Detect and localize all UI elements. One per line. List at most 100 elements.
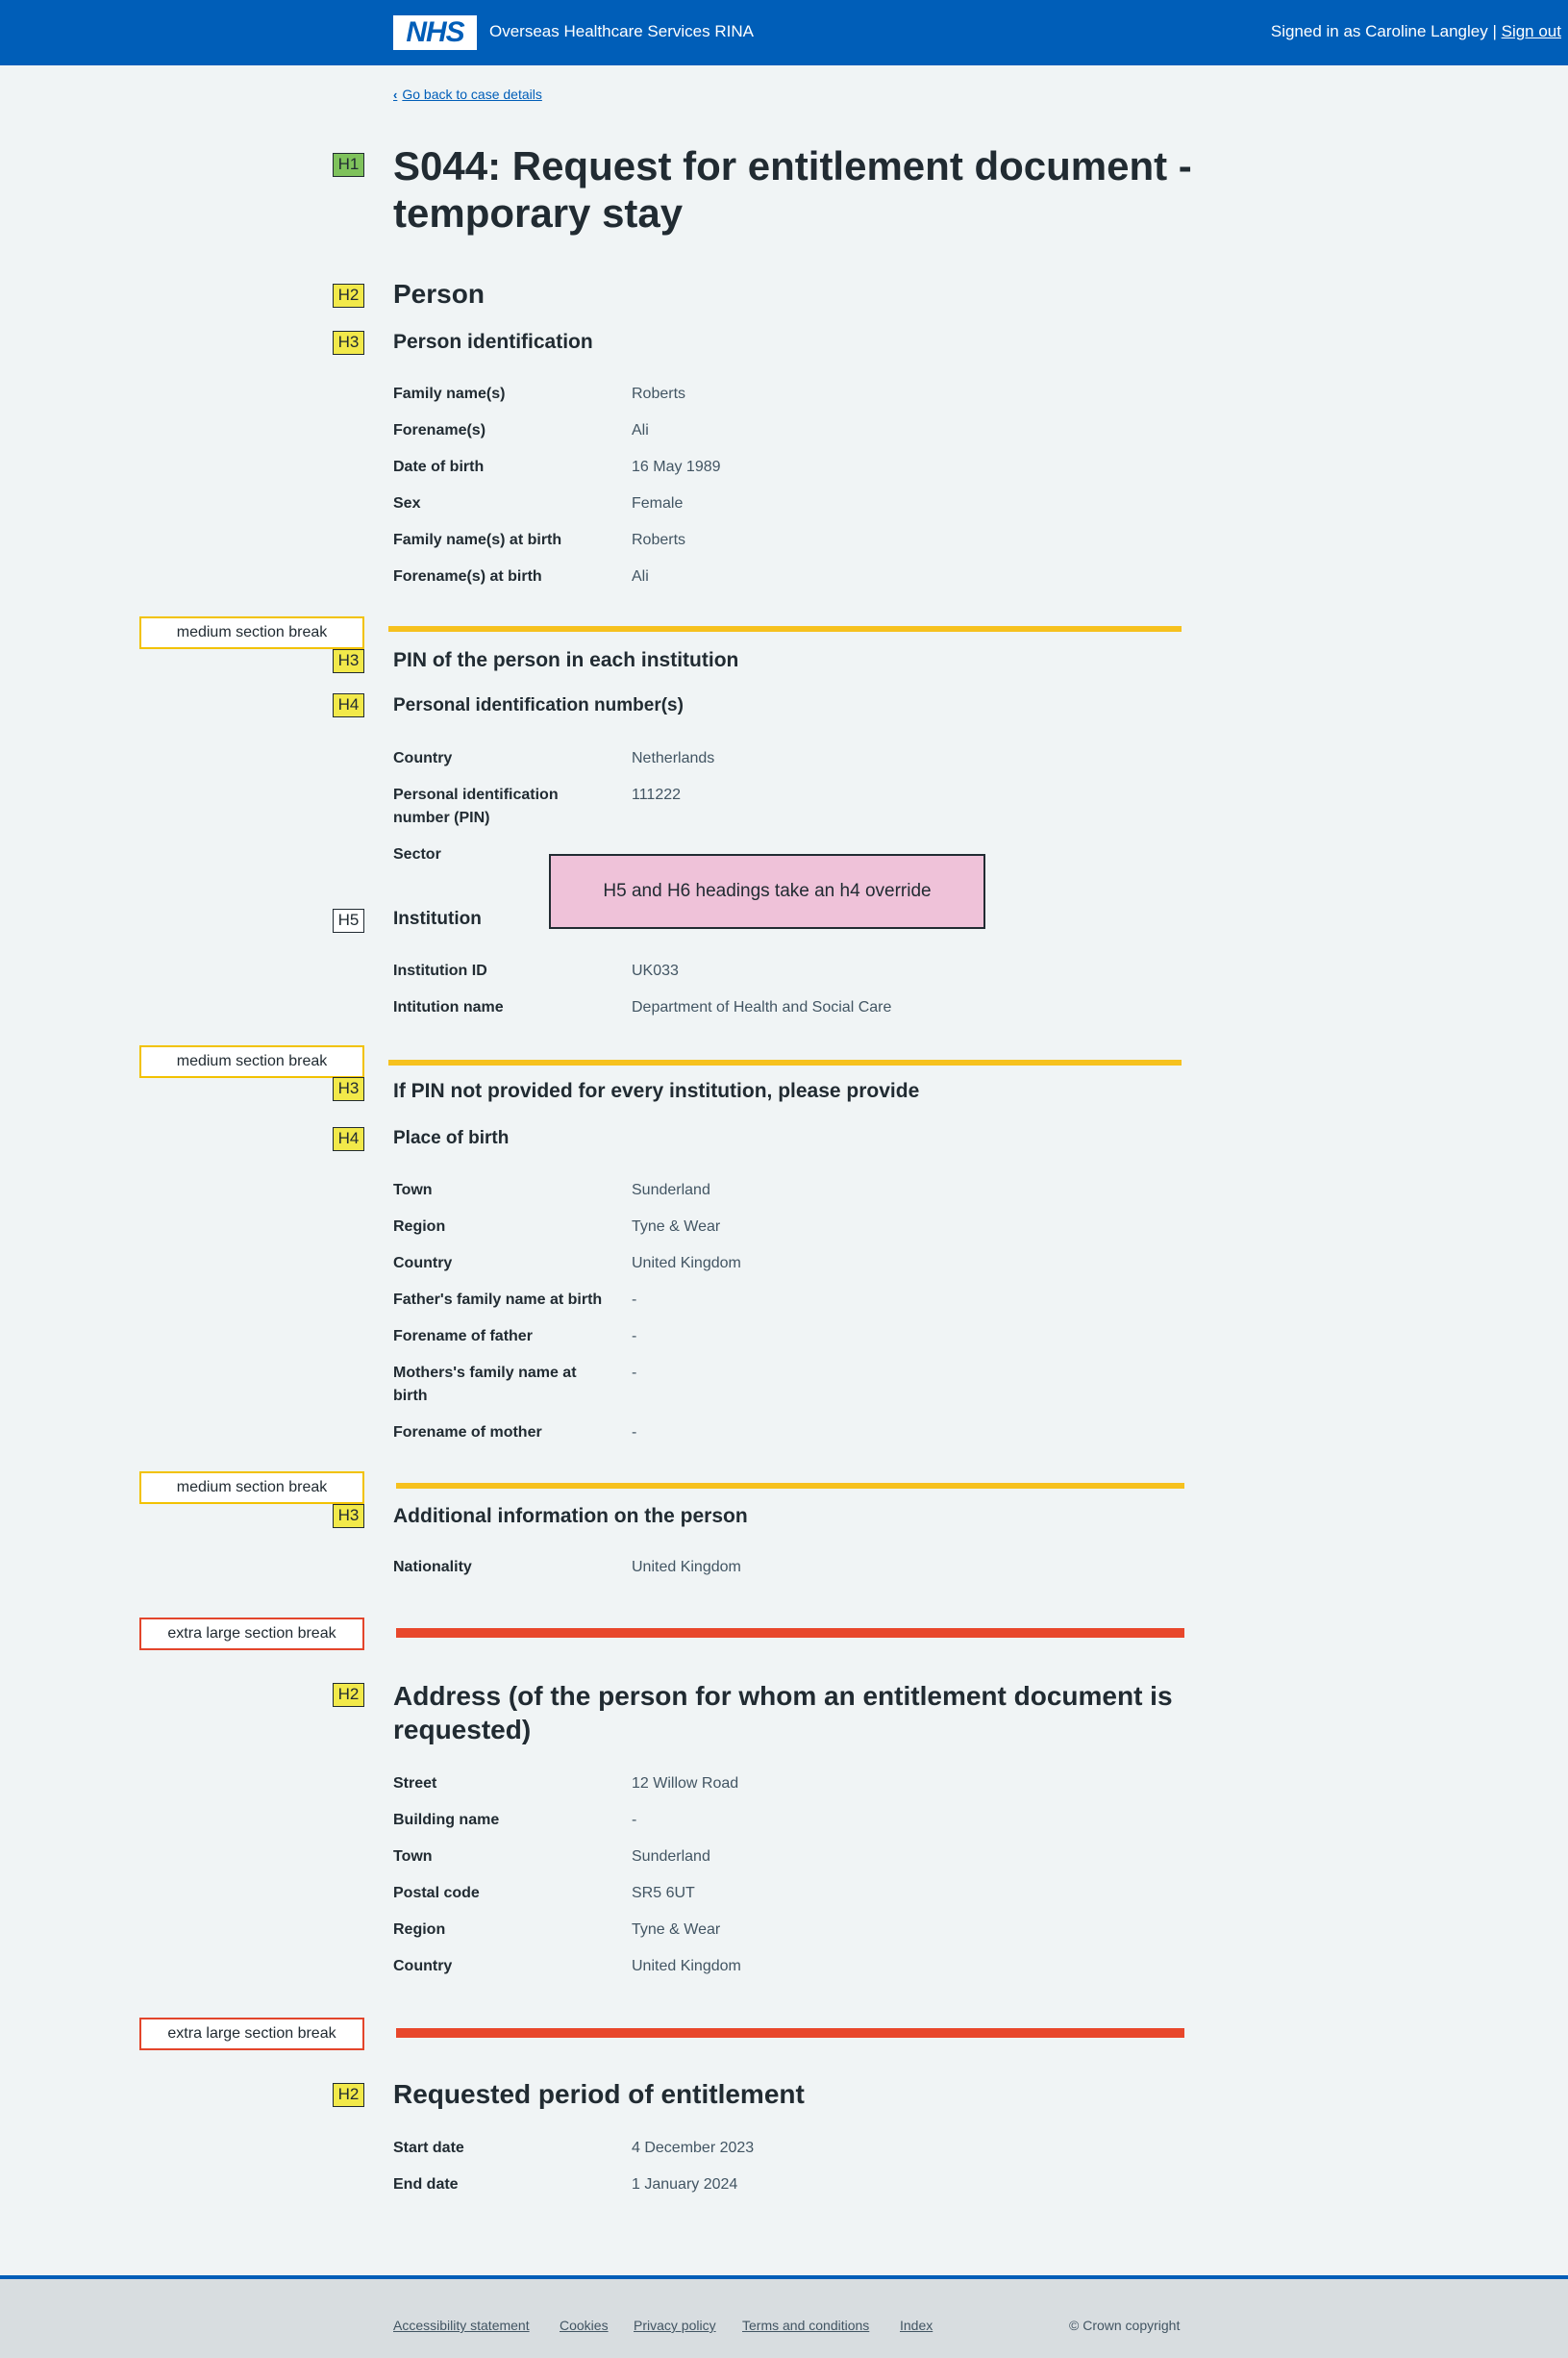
- pin-heading: PIN of the person in each institution: [393, 649, 739, 671]
- h2-tag: H2: [333, 1683, 364, 1707]
- row-key: Street: [393, 1775, 437, 1792]
- footer-link-privacy[interactable]: Privacy policy: [634, 2316, 716, 2335]
- row-key: Institution ID: [393, 963, 487, 979]
- row-key: Family name(s) at birth: [393, 532, 562, 548]
- copyright: © Crown copyright: [1069, 2318, 1181, 2333]
- row-value: -: [632, 1328, 637, 1344]
- row-key: Country: [393, 1255, 453, 1271]
- nhs-logo[interactable]: NHS: [393, 15, 477, 50]
- row-value: UK033: [632, 963, 679, 979]
- pin-subheading: Personal identification number(s): [393, 695, 684, 715]
- row-value: Sunderland: [632, 1182, 710, 1198]
- sign-out-link[interactable]: Sign out: [1502, 22, 1561, 40]
- row-key: Sex: [393, 495, 421, 512]
- footer-link-accessibility[interactable]: Accessibility statement: [393, 2316, 530, 2335]
- row-value: United Kingdom: [632, 1958, 741, 1974]
- row-value: Netherlands: [632, 750, 715, 766]
- row-value: Tyne & Wear: [632, 1218, 721, 1235]
- medium-break-label: medium section break: [139, 616, 364, 649]
- row-value: 1 January 2024: [632, 2176, 738, 2193]
- row-value: Roberts: [632, 386, 686, 402]
- medium-section-break: [388, 1060, 1182, 1066]
- row-key: Postal code: [393, 1885, 480, 1901]
- additional-info-heading: Additional information on the person: [393, 1505, 748, 1527]
- row-key: Mothers's family name at birth: [393, 1365, 577, 1404]
- extra-large-section-break: [396, 1628, 1184, 1638]
- row-value: Female: [632, 495, 684, 512]
- row-key: Date of birth: [393, 459, 485, 475]
- row-key: Personal identification number (PIN): [393, 787, 559, 826]
- row-value: -: [632, 1365, 637, 1381]
- row-value: Roberts: [632, 532, 686, 548]
- h3-tag: H3: [333, 1077, 364, 1101]
- pin-missing-heading: If PIN not provided for every institutio…: [393, 1080, 920, 1102]
- row-key: Country: [393, 1958, 453, 1974]
- row-key: Start date: [393, 2140, 464, 2156]
- row-value: 16 May 1989: [632, 459, 721, 475]
- override-note: H5 and H6 headings take an h4 override: [549, 854, 985, 929]
- h3-tag: H3: [333, 649, 364, 673]
- row-key: Region: [393, 1921, 446, 1938]
- h1-tag: H1: [333, 153, 364, 177]
- person-heading: Person: [393, 279, 485, 309]
- site-footer: Accessibility statement Cookies Privacy …: [0, 2275, 1568, 2358]
- row-key: Forename of father: [393, 1328, 533, 1344]
- page-title: S044: Request for entitlement document -…: [393, 143, 1192, 236]
- row-value: Department of Health and Social Care: [632, 999, 892, 1016]
- row-value: Tyne & Wear: [632, 1921, 721, 1938]
- extra-large-break-label: extra large section break: [139, 1618, 364, 1650]
- row-value: -: [632, 1292, 637, 1308]
- row-value: -: [632, 1812, 637, 1828]
- extra-large-section-break: [396, 2028, 1184, 2038]
- medium-section-break: [388, 626, 1182, 632]
- back-link-label: Go back to case details: [402, 87, 542, 102]
- footer-link-index[interactable]: Index: [900, 2316, 933, 2335]
- account-info: Signed in as Caroline Langley | Sign out: [1271, 21, 1561, 42]
- row-key: Region: [393, 1218, 446, 1235]
- h3-tag: H3: [333, 331, 364, 355]
- h5-tag: H5: [333, 909, 364, 933]
- row-value: -: [632, 1424, 637, 1441]
- period-heading: Requested period of entitlement: [393, 2079, 805, 2109]
- row-key: Forename(s): [393, 422, 486, 439]
- h4-tag: H4: [333, 693, 364, 717]
- institution-heading: Institution: [393, 909, 482, 929]
- row-key: Town: [393, 1182, 433, 1198]
- h2-tag: H2: [333, 284, 364, 308]
- extra-large-break-label: extra large section break: [139, 2018, 364, 2050]
- place-of-birth-heading: Place of birth: [393, 1128, 510, 1148]
- row-key: Forename(s) at birth: [393, 568, 542, 585]
- signed-in-text: Signed in as Caroline Langley |: [1270, 22, 1497, 40]
- footer-link-cookies[interactable]: Cookies: [560, 2316, 609, 2335]
- service-name[interactable]: Overseas Healthcare Services RINA: [489, 21, 754, 42]
- row-value: Ali: [632, 568, 649, 585]
- row-key: Building name: [393, 1812, 500, 1828]
- row-value: United Kingdom: [632, 1559, 741, 1575]
- medium-section-break: [396, 1483, 1184, 1489]
- row-key: End date: [393, 2176, 459, 2193]
- chevron-left-icon: ‹: [393, 88, 398, 102]
- h2-tag: H2: [333, 2083, 364, 2107]
- row-key: Intitution name: [393, 999, 504, 1016]
- row-key: Family name(s): [393, 386, 506, 402]
- address-heading: Address (of the person for whom an entit…: [393, 1681, 1173, 1744]
- footer-link-terms[interactable]: Terms and conditions: [742, 2316, 869, 2335]
- site-header: NHS Overseas Healthcare Services RINA Si…: [0, 0, 1568, 65]
- row-key: Forename of mother: [393, 1424, 542, 1441]
- row-value: 12 Willow Road: [632, 1775, 739, 1792]
- row-key: Nationality: [393, 1559, 472, 1575]
- row-value: 111222: [632, 787, 682, 803]
- medium-break-label: medium section break: [139, 1045, 364, 1078]
- h4-tag: H4: [333, 1127, 364, 1151]
- row-value: Sunderland: [632, 1848, 710, 1865]
- row-key: Town: [393, 1848, 433, 1865]
- medium-break-label: medium section break: [139, 1471, 364, 1504]
- h3-tag: H3: [333, 1504, 364, 1528]
- row-value: SR5 6UT: [632, 1885, 695, 1901]
- row-value: 4 December 2023: [632, 2140, 755, 2156]
- row-value: United Kingdom: [632, 1255, 741, 1271]
- person-identification-heading: Person identification: [393, 331, 593, 353]
- back-link[interactable]: ‹ Go back to case details: [393, 85, 542, 105]
- row-key: Country: [393, 750, 453, 766]
- row-key: Father's family name at birth: [393, 1292, 603, 1308]
